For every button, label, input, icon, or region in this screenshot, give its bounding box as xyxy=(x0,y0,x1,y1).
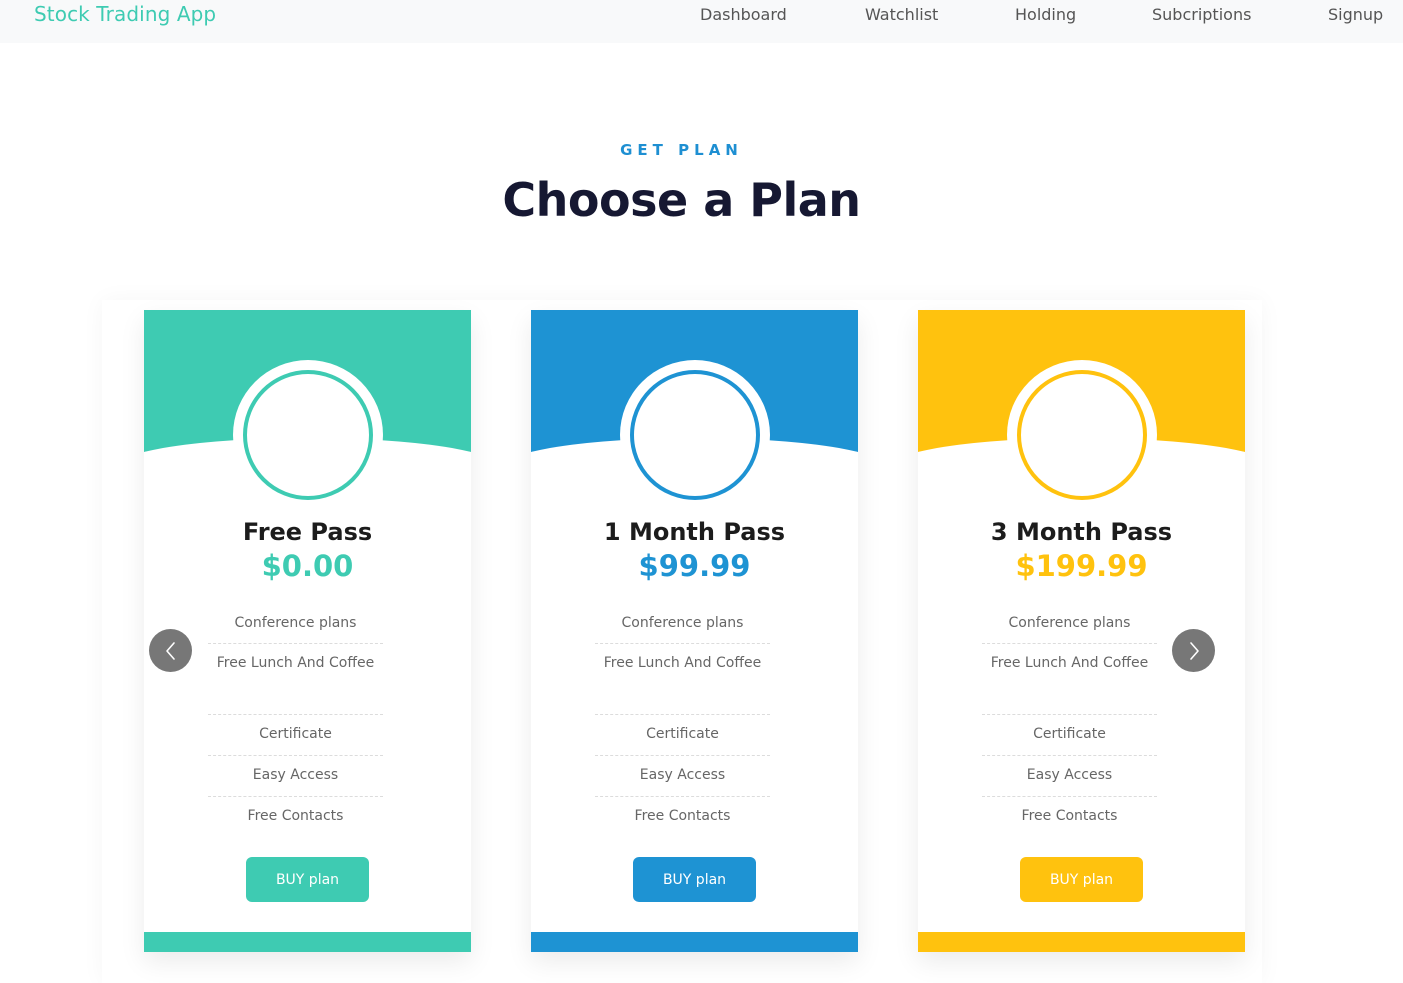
plan-price: $0.00 xyxy=(261,549,354,583)
feature-item: Free Lunch And Coffee xyxy=(982,644,1157,715)
plan-avatar xyxy=(233,360,383,510)
plan-avatar xyxy=(620,360,770,510)
feature-item: Free Contacts xyxy=(247,808,344,824)
buy-plan-button[interactable]: BUY plan xyxy=(1020,857,1143,902)
chevron-right-icon xyxy=(1189,641,1199,660)
feature-item: Conference plans xyxy=(208,608,383,644)
feature-item: Free Contacts xyxy=(634,808,731,824)
feature-item: Easy Access xyxy=(595,756,770,797)
feature-item: Easy Access xyxy=(208,756,383,797)
card-footer-band xyxy=(918,932,1245,952)
plan-name: 1 Month Pass xyxy=(603,518,786,546)
avatar-ring xyxy=(630,370,760,500)
feature-item: Conference plans xyxy=(982,608,1157,644)
avatar-ring xyxy=(243,370,373,500)
plan-name: Free Pass xyxy=(242,518,373,546)
plan-card-1-month: 1 Month Pass $99.99 Conference plans Fre… xyxy=(531,310,858,952)
chevron-left-icon xyxy=(165,641,175,660)
buy-plan-button[interactable]: BUY plan xyxy=(633,857,756,902)
feature-item: Certificate xyxy=(982,715,1157,756)
nav-link-dashboard[interactable]: Dashboard xyxy=(700,5,787,24)
navbar: Stock Trading App Dashboard Watchlist Ho… xyxy=(0,0,1403,43)
feature-item: Free Lunch And Coffee xyxy=(595,644,770,715)
feature-list: Conference plans Free Lunch And Coffee C… xyxy=(595,608,770,838)
avatar-ring xyxy=(1017,370,1147,500)
nav-link-watchlist[interactable]: Watchlist xyxy=(865,5,938,24)
buy-plan-button[interactable]: BUY plan xyxy=(246,857,369,902)
nav-link-signup[interactable]: Signup xyxy=(1328,5,1383,24)
nav-link-subscriptions[interactable]: Subcriptions xyxy=(1152,5,1251,24)
feature-item: Certificate xyxy=(208,715,383,756)
card-footer-band xyxy=(531,932,858,952)
feature-item: Easy Access xyxy=(982,756,1157,797)
section-eyebrow: GET PLAN xyxy=(620,141,743,159)
feature-item: Certificate xyxy=(595,715,770,756)
card-footer-band xyxy=(144,932,471,952)
nav-link-holding[interactable]: Holding xyxy=(1015,5,1076,24)
feature-item: Free Lunch And Coffee xyxy=(208,644,383,715)
feature-list: Conference plans Free Lunch And Coffee C… xyxy=(208,608,383,838)
feature-item: Conference plans xyxy=(595,608,770,644)
page-title: Choose a Plan xyxy=(502,173,861,227)
carousel-next-button[interactable] xyxy=(1172,629,1215,672)
feature-item: Free Contacts xyxy=(1021,808,1118,824)
plan-price: $99.99 xyxy=(638,549,751,583)
plan-card-free: Free Pass $0.00 Conference plans Free Lu… xyxy=(144,310,471,952)
plan-avatar xyxy=(1007,360,1157,510)
feature-list: Conference plans Free Lunch And Coffee C… xyxy=(982,608,1157,838)
plan-price: $199.99 xyxy=(1015,549,1148,583)
plan-name: 3 Month Pass xyxy=(990,518,1173,546)
carousel-prev-button[interactable] xyxy=(149,629,192,672)
brand-logo[interactable]: Stock Trading App xyxy=(34,2,216,26)
